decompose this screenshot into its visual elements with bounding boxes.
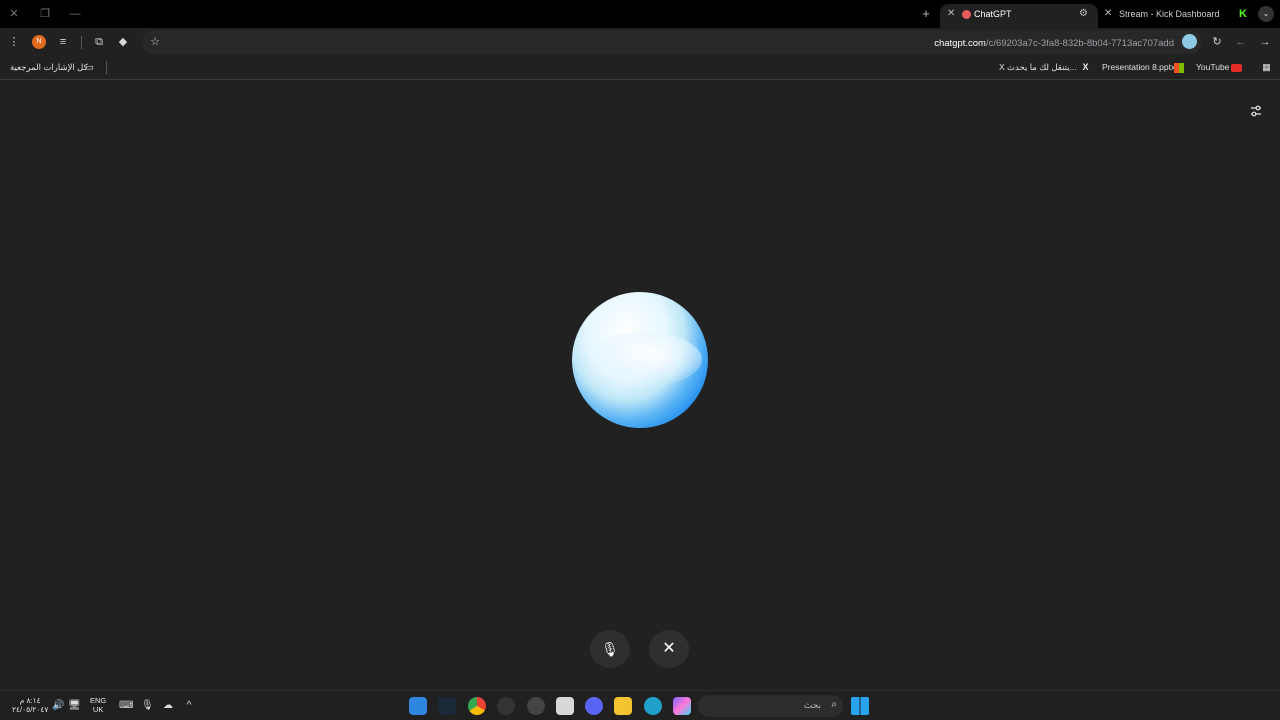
date-text: ٢٤/٠٥/٢٠٤٧ bbox=[12, 705, 49, 714]
steam-icon[interactable] bbox=[438, 697, 456, 715]
tab-label: Stream - Kick Dashboard bbox=[1119, 9, 1220, 19]
bookmark-youtube[interactable]: YouTube bbox=[1196, 62, 1229, 72]
settings-icon[interactable] bbox=[527, 697, 545, 715]
new-tab-icon[interactable]: + bbox=[918, 6, 934, 22]
network-icon[interactable]: 🖥 bbox=[68, 700, 81, 712]
mic-button[interactable]: 🎙 bbox=[590, 630, 630, 668]
cloud-icon[interactable]: ☁ bbox=[162, 700, 174, 712]
search-input[interactable]: بحث ⌕ bbox=[698, 695, 843, 717]
tab-kick-dashboard[interactable]: ✕ Stream - Kick Dashboard bbox=[1100, 4, 1230, 28]
forward-icon[interactable]: ← bbox=[1234, 35, 1248, 49]
folder-icon: ▭ bbox=[85, 62, 94, 72]
restore-window-icon[interactable]: ❐ bbox=[37, 6, 53, 22]
all-bookmarks-label[interactable]: كل الإشارات المرجعية bbox=[10, 62, 88, 73]
x-logo-icon: X bbox=[1082, 62, 1089, 72]
bookmark-presentation[interactable]: Presentation 8.pptx bbox=[1102, 62, 1175, 72]
microsoft-logo-icon bbox=[1174, 63, 1184, 73]
keyboard-icon[interactable]: ⌨ bbox=[119, 700, 133, 712]
tab-close-icon[interactable]: ✕ bbox=[1104, 4, 1112, 24]
store-icon[interactable] bbox=[556, 697, 574, 715]
volume-icon[interactable]: 🔊 bbox=[52, 700, 64, 712]
close-window-icon[interactable]: ✕ bbox=[6, 6, 22, 22]
kick-logo-icon: K bbox=[1239, 8, 1247, 20]
edge-icon[interactable] bbox=[644, 697, 662, 715]
chatgpt-favicon-icon bbox=[962, 10, 971, 19]
url-text: chatgpt.com/c/69203a7c-3fa8-832b-8b04-77… bbox=[934, 38, 1174, 49]
lang-bottom: UK bbox=[92, 705, 104, 714]
obs-icon[interactable] bbox=[497, 697, 515, 715]
taskbar: ٨:١٤ م ٢٤/٠٥/٢٠٤٧ 🔊 🖥 ENG UK ⌨ 🎙 ☁ ^ بحث… bbox=[0, 690, 1280, 720]
voice-settings-icon[interactable] bbox=[1248, 103, 1264, 119]
bookmark-star-icon[interactable]: ☆ bbox=[148, 35, 162, 49]
chrome-icon[interactable] bbox=[468, 697, 486, 715]
bookmarks-bar: كل الإشارات المرجعية ▭ X يتنقل لك ما يحد… bbox=[0, 56, 1280, 80]
address-bar[interactable]: ☆ chatgpt.com/c/69203a7c-3fa8-832b-8b04-… bbox=[142, 30, 1202, 54]
search-icon: ⌕ bbox=[831, 699, 837, 710]
tab-close-icon[interactable]: ✕ bbox=[947, 4, 955, 24]
search-placeholder: بحث bbox=[803, 700, 821, 710]
extensions-icon[interactable]: ⧉ bbox=[92, 35, 106, 49]
extension-diamond-icon[interactable]: ◆ bbox=[116, 35, 130, 49]
discord-icon[interactable] bbox=[585, 697, 603, 715]
voice-orb bbox=[572, 292, 708, 428]
voice-extension-icon[interactable] bbox=[1182, 34, 1197, 49]
menu-icon[interactable]: ⋮ bbox=[7, 35, 21, 49]
file-explorer-icon[interactable] bbox=[614, 697, 632, 715]
end-voice-button[interactable]: ✕ bbox=[649, 630, 689, 668]
mic-tray-icon[interactable]: 🎙 bbox=[141, 700, 154, 712]
microphone-icon: 🎙 bbox=[601, 641, 619, 657]
app-icon-1[interactable] bbox=[409, 697, 427, 715]
tab-chatgpt[interactable]: ✕ ChatGPT ⚙ bbox=[940, 4, 1098, 28]
tab-label: ChatGPT bbox=[974, 9, 1012, 19]
avatar[interactable]: N bbox=[32, 35, 46, 49]
chevron-up-icon[interactable]: ^ bbox=[183, 700, 195, 712]
youtube-logo-icon bbox=[1231, 64, 1242, 72]
reading-list-icon[interactable]: ≡ bbox=[56, 35, 70, 49]
clock[interactable]: ٨:١٤ م ٢٤/٠٥/٢٠٤٧ bbox=[12, 696, 48, 714]
tab-search-icon[interactable]: ⌄ bbox=[1258, 6, 1274, 22]
reload-icon[interactable]: ↻ bbox=[1210, 35, 1224, 49]
close-icon: ✕ bbox=[662, 640, 676, 657]
start-icon[interactable] bbox=[851, 697, 869, 715]
toolbar: ⋮ N ≡ ⧉ ◆ ☆ chatgpt.com/c/69203a7c-3fa8-… bbox=[0, 28, 1280, 56]
apps-grid-icon[interactable]: ▦ bbox=[1261, 62, 1272, 73]
bookmark-x[interactable]: X يتنقل لك ما يحدث... bbox=[999, 62, 1077, 73]
tab-strip: ✕ ❐ — + ✕ ChatGPT ⚙ ✕ Stream - Kick Dash… bbox=[0, 0, 1280, 28]
time-text: ٨:١٤ م bbox=[19, 696, 41, 705]
lang-top: ENG bbox=[90, 696, 107, 705]
minimize-window-icon[interactable]: — bbox=[67, 6, 83, 22]
url-path: /c/69203a7c-3fa8-832b-8b04-7713ac707add bbox=[985, 38, 1174, 49]
url-host: chatgpt.com bbox=[934, 38, 986, 49]
copilot-icon[interactable] bbox=[673, 697, 691, 715]
chatgpt-logo-icon: ⚙ bbox=[1079, 8, 1088, 19]
back-icon[interactable]: → bbox=[1258, 35, 1272, 49]
language-indicator[interactable]: ENG UK bbox=[90, 696, 106, 714]
